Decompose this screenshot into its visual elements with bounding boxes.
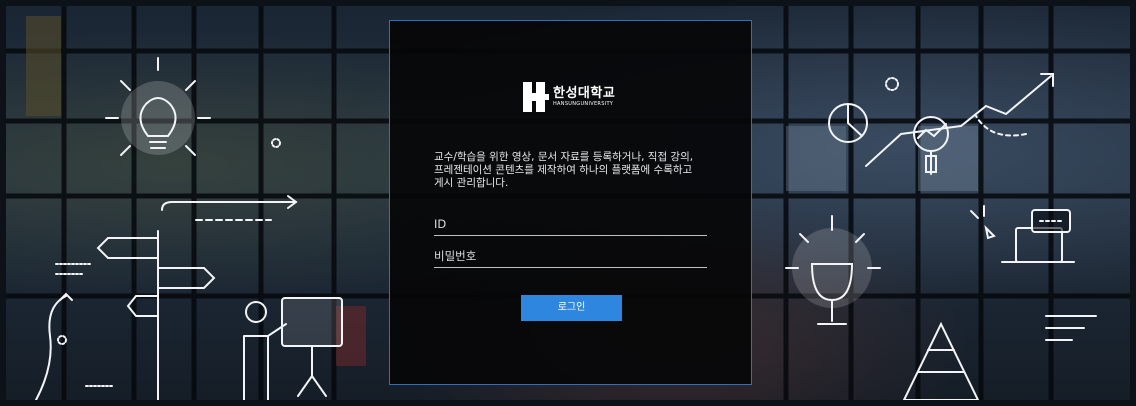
login-panel: 한성대학교 HANSUNGUNIVERSITY 교수/학습을 위한 영상, 문서… <box>389 20 752 385</box>
intro-text: 교수/학습을 위한 영상, 문서 자료를 등록하거나, 직접 강의, 프레젠테이… <box>434 151 724 190</box>
logo-name-en: HANSUNGUNIVERSITY <box>553 101 614 107</box>
intro-line-1: 교수/학습을 위한 영상, 문서 자료를 등록하거나, 직접 강의, <box>434 151 694 163</box>
hansung-logo-icon <box>523 82 549 112</box>
login-button[interactable]: 로그인 <box>521 295 622 321</box>
intro-line-3: 게시 관리합니다. <box>434 177 509 189</box>
pyramid-icon <box>902 321 980 400</box>
password-field[interactable]: 비밀번호 <box>434 247 707 268</box>
logo-name-kr: 한성대학교 <box>553 86 616 101</box>
trophy-icon <box>785 215 881 325</box>
university-logo: 한성대학교 HANSUNGUNIVERSITY <box>523 82 615 112</box>
intro-line-2: 프레젠테이션 콘텐츠를 제작하여 하나의 플랫폼에 수록하고 <box>434 164 693 176</box>
id-field[interactable]: ID <box>434 215 707 236</box>
laptop-chat-icon <box>970 205 1075 263</box>
